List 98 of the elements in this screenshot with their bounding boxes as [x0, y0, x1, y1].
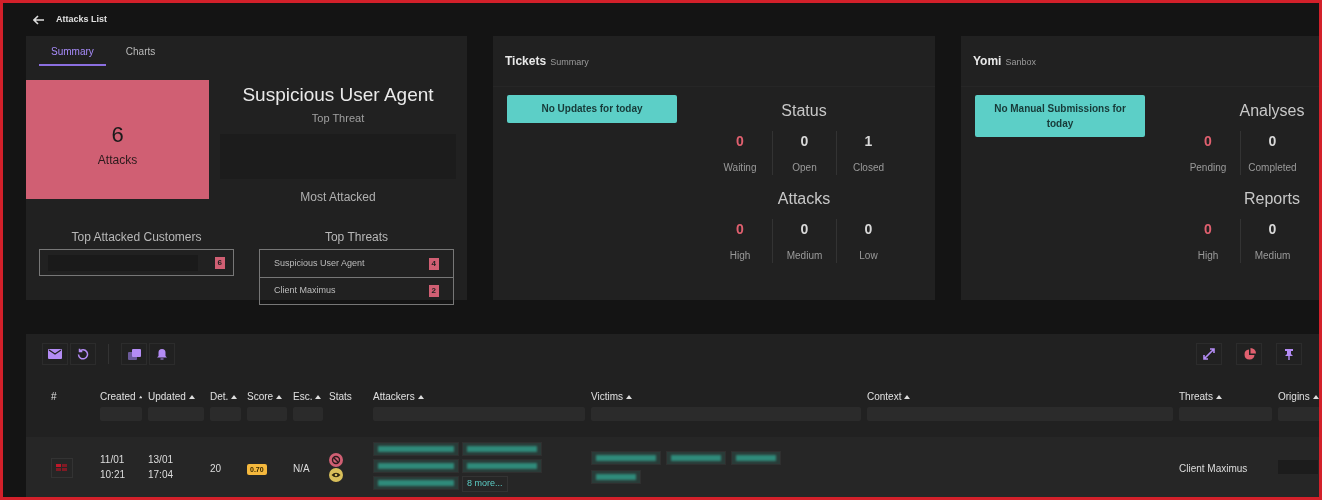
- tab[interactable]: Summary: [39, 44, 106, 66]
- attacks-count: 6: [111, 121, 124, 149]
- stat-label: Pending: [1189, 161, 1227, 175]
- back-link[interactable]: Attacks List: [56, 12, 108, 27]
- attacks-label: Attacks: [97, 152, 138, 169]
- stat-label: High: [729, 249, 751, 263]
- panel-title: Tickets: [505, 53, 547, 70]
- group-title: Analyses: [1239, 101, 1305, 121]
- column-header[interactable]: Victims: [591, 389, 861, 404]
- sort-caret-icon: [138, 394, 142, 399]
- pin-button[interactable]: [1276, 343, 1302, 365]
- count-badge: 6: [214, 256, 225, 269]
- mail-icon: [48, 349, 62, 359]
- redacted-chip: [666, 451, 726, 465]
- column-header[interactable]: Det.: [210, 389, 241, 404]
- threat-name: Client Maximus: [274, 284, 336, 298]
- mail-button[interactable]: [42, 343, 68, 365]
- redacted-chip: [591, 451, 661, 465]
- column-header[interactable]: Origins: [1278, 389, 1319, 404]
- eye-icon: [329, 467, 343, 482]
- row-status-icon[interactable]: [51, 458, 73, 478]
- panel-title: Yomi: [973, 53, 1002, 70]
- sort-caret-icon: [231, 394, 238, 399]
- sort-caret-icon: [626, 394, 633, 399]
- column-header[interactable]: Created: [100, 389, 142, 404]
- bell-button[interactable]: [149, 343, 175, 365]
- stat-value: 1: [864, 132, 873, 151]
- stat-value: 0: [800, 132, 809, 151]
- top-threat-label: Top Threat: [311, 110, 365, 126]
- column-header[interactable]: Attackers: [373, 389, 585, 404]
- stat-value: 0: [1268, 132, 1277, 151]
- list-title: Top Threats: [324, 229, 389, 246]
- sort-caret-icon: [315, 394, 322, 399]
- more-link[interactable]: 8 more...: [462, 476, 508, 492]
- updated-date: 13/01: [148, 453, 175, 467]
- sort-caret-icon: [276, 394, 283, 399]
- stat-value: 0: [736, 132, 744, 151]
- group-title: Attacks: [777, 189, 831, 209]
- count-badge: 4: [428, 257, 439, 270]
- top-threat-name: Suspicious User Agent: [242, 83, 434, 107]
- column-header[interactable]: Threats: [1179, 389, 1272, 404]
- stat-value: 0: [1268, 220, 1277, 239]
- column-header[interactable]: #: [51, 389, 94, 404]
- stat-label: Open: [792, 161, 817, 175]
- stat-label: Completed: [1248, 161, 1297, 175]
- threat-name: Suspicious User Agent: [274, 256, 365, 270]
- column-header[interactable]: Context: [867, 389, 1173, 404]
- group-title: Reports: [1244, 189, 1300, 209]
- stat-label: Closed: [852, 161, 885, 175]
- stat-value: 0: [1204, 220, 1212, 239]
- stat-value: 0: [864, 220, 873, 239]
- pie-chart-icon: [1242, 347, 1256, 361]
- stat-value: 0: [800, 220, 809, 239]
- layers-icon: [127, 348, 141, 360]
- list-title: Top Attacked Customers: [71, 229, 202, 246]
- redacted-chip: [731, 451, 781, 465]
- column-header[interactable]: Score: [247, 389, 287, 404]
- sort-caret-icon: [1312, 394, 1319, 399]
- notice-banner: No Manual Submissions for today: [975, 95, 1145, 137]
- stat-value: 0: [736, 220, 744, 239]
- sort-caret-icon: [904, 394, 911, 399]
- tab[interactable]: Charts: [113, 44, 168, 66]
- stat-label: Low: [859, 249, 878, 263]
- group-title: Status: [781, 101, 827, 121]
- pie-chart-button[interactable]: [1236, 343, 1262, 365]
- blocked-icon: [329, 452, 343, 467]
- expand-icon: [1203, 348, 1215, 360]
- stat-label: Medium: [1254, 249, 1291, 263]
- layers-button[interactable]: [121, 343, 147, 365]
- stat-label: Waiting: [723, 161, 757, 175]
- stat-label: Medium: [786, 249, 823, 263]
- column-header[interactable]: Esc.: [293, 389, 323, 404]
- refresh-icon: [77, 348, 89, 360]
- back-arrow-icon[interactable]: [33, 14, 44, 25]
- count-badge: 2: [428, 285, 439, 297]
- escalation-cell: N/A: [293, 463, 310, 474]
- redacted-chip: [591, 470, 641, 484]
- updated-time: 17:04: [148, 468, 175, 482]
- stat-label: High: [1197, 249, 1219, 263]
- panel-subtitle: Summary: [550, 56, 589, 69]
- stat-value: 0: [1204, 132, 1212, 151]
- expand-button[interactable]: [1196, 343, 1222, 365]
- sort-caret-icon: [417, 394, 424, 399]
- sort-caret-icon: [188, 394, 195, 399]
- panel-subtitle: Sanbox: [1005, 56, 1036, 69]
- refresh-button[interactable]: [70, 343, 96, 365]
- created-date: 11/01: [100, 453, 126, 467]
- notice-banner: No Updates for today: [507, 95, 677, 123]
- most-attacked-label: Most Attacked: [300, 189, 376, 206]
- created-time: 10:21: [100, 468, 127, 482]
- column-header[interactable]: Stats: [329, 389, 367, 404]
- detections-cell: 20: [210, 463, 222, 474]
- sort-caret-icon: [1215, 394, 1222, 399]
- bell-icon: [156, 348, 168, 360]
- threat-cell: Client Maximus: [1179, 463, 1248, 474]
- filter-field[interactable]: [1278, 407, 1319, 421]
- pin-icon: [1283, 348, 1295, 360]
- column-header[interactable]: Updated: [148, 389, 204, 404]
